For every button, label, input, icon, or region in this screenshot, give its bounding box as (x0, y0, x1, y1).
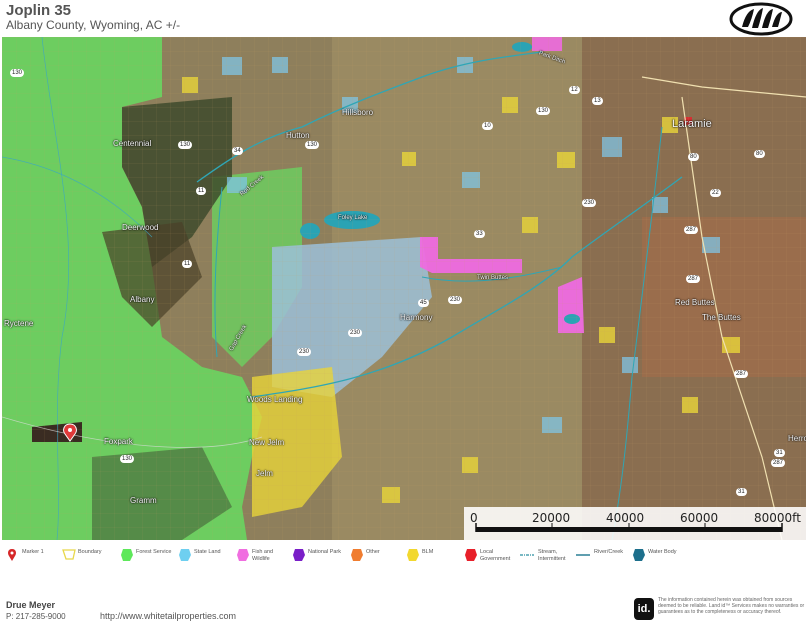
road-shield: 230 (582, 199, 597, 207)
road-shield: 287 (686, 275, 701, 283)
road-shield: 230 (348, 329, 363, 337)
disclaimer-text: The information contained herein was obt… (658, 597, 805, 615)
legend-label: Boundary (78, 549, 102, 555)
state-land-swatch-icon (179, 549, 191, 561)
blm-swatch-icon (407, 549, 419, 561)
place-label-red-buttes: Red Buttes (675, 298, 715, 307)
road-shield: 130 (120, 455, 135, 463)
map-pin-icon (8, 549, 16, 561)
place-label-woods-landing: Woods Landing (247, 395, 303, 404)
place-label-laramie: Laramie (672, 118, 712, 130)
other-swatch-icon (351, 549, 363, 561)
road-shield: 31 (736, 488, 747, 496)
road-shield: 130 (178, 141, 193, 149)
place-label-deerwood: Deerwood (122, 223, 159, 232)
feature-label-lake: Foley Lake (338, 215, 368, 221)
feature-label-twin-buttes: Twin Buttes (477, 275, 509, 281)
place-label-herron: Herron (788, 434, 806, 443)
place-label-albany: Albany (130, 295, 155, 304)
place-label-centennial: Centennial (113, 139, 152, 148)
road-shield: 287 (734, 370, 749, 378)
map-imagery (2, 37, 806, 540)
place-label-ryctene: Ryctene (4, 319, 34, 328)
place-label-hillsboro: Hillsboro (342, 108, 374, 117)
road-shield: 13 (592, 97, 603, 105)
place-label-foxpark: Foxpark (104, 437, 133, 446)
legend-label: Forest Service (136, 549, 172, 555)
legend-label: River/Creek (594, 549, 624, 555)
road-shield: 80 (688, 153, 699, 161)
legend-label: Stream, Intermittent (538, 549, 566, 562)
road-shield: 12 (569, 86, 580, 94)
map-legend: Marker 1 Boundary Forest Service State L… (0, 542, 808, 572)
legend-label: Marker 1 (22, 549, 44, 555)
legend-label: BLM (422, 549, 434, 555)
water-body-swatch-icon (633, 549, 645, 561)
road-shield: 130 (536, 107, 551, 115)
road-shield: 45 (418, 299, 429, 307)
forest-service-swatch-icon (121, 549, 133, 561)
legend-label: Fish and Wildlife (252, 549, 274, 562)
road-shield: 130 (10, 69, 25, 77)
map-subtitle: Albany County, Wyoming, AC +/- (6, 18, 181, 32)
place-label-jelm: Jelm (256, 469, 273, 478)
map-canvas[interactable]: Laramie Centennial Deerwood Albany Foxpa… (2, 37, 806, 540)
legend-label: Local Government (480, 549, 511, 562)
legend-label: National Park (308, 549, 342, 555)
river-creek-line-icon (576, 554, 590, 556)
road-shield: 34 (232, 147, 243, 155)
stream-intermittent-line-icon (520, 554, 534, 556)
road-shield: 11 (196, 187, 207, 195)
national-park-swatch-icon (293, 549, 305, 561)
road-shield: 230 (297, 348, 312, 356)
road-shield: 11 (182, 260, 193, 268)
fish-wildlife-swatch-icon (237, 549, 249, 561)
road-shield: 22 (710, 189, 721, 197)
agent-phone: P: 217-285-9000 (6, 612, 66, 621)
place-label-gramm: Gramm (130, 496, 157, 505)
road-shield: 230 (448, 296, 463, 304)
map-title: Joplin 35 (6, 2, 72, 19)
place-label-new-jelm: New Jelm (249, 438, 285, 447)
scale-bar: 0 20000 40000 60000 80000ft (464, 507, 806, 540)
land-id-logo-icon: id. (634, 598, 654, 620)
boundary-polygon-icon (62, 549, 76, 560)
legend-label: Other (366, 549, 380, 555)
road-shield: 130 (305, 141, 320, 149)
agent-name: Drue Meyer (6, 600, 56, 610)
place-label-the-buttes: The Buttes (702, 313, 741, 322)
road-shield: 33 (474, 230, 485, 238)
road-shield: 10 (482, 122, 493, 130)
whitetail-logo-icon (729, 2, 793, 36)
place-label-hutton: Hutton (286, 131, 310, 140)
legend-label: State Land (194, 549, 221, 555)
road-shield: 287 (684, 226, 699, 234)
legend-label: Water Body (648, 549, 677, 555)
road-shield: 287 (771, 459, 786, 467)
road-shield: 31 (774, 449, 785, 457)
scale-bar-graphic (475, 523, 783, 532)
local-government-swatch-icon (465, 549, 477, 561)
website-link[interactable]: http://www.whitetailproperties.com (100, 611, 236, 621)
place-label-harmony: Harmony (400, 313, 433, 322)
road-shield: 80 (754, 150, 765, 158)
